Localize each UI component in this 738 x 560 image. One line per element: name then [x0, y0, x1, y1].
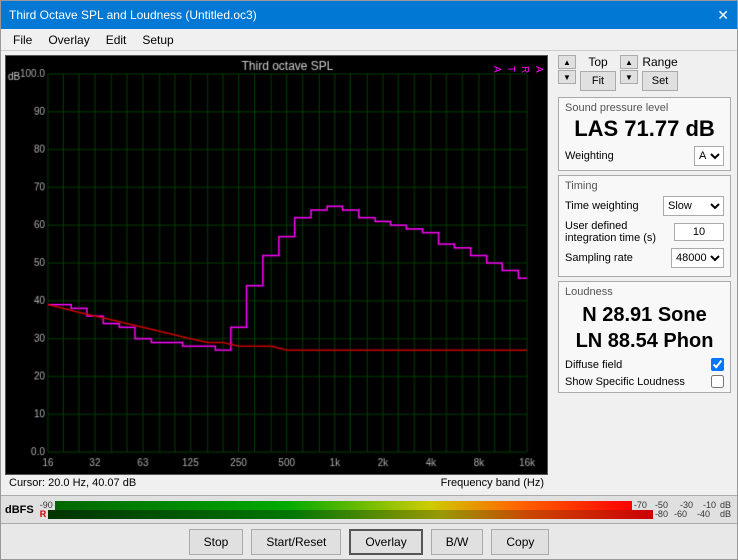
titlebar: Third Octave SPL and Loudness (Untitled.… [1, 1, 737, 29]
sampling-rate-label: Sampling rate [565, 252, 671, 264]
integration-label: User definedintegration time (s) [565, 220, 674, 244]
sampling-rate-row: Sampling rate 48000 44100 96000 [565, 248, 724, 268]
timing-title: Timing [565, 180, 724, 192]
spl-value: LAS 71.77 dB [565, 116, 724, 142]
arta-label: ARTA [489, 66, 545, 73]
fit-button[interactable]: Fit [580, 71, 616, 91]
range-up-arrow[interactable]: ▲ [620, 55, 638, 69]
chart-container: ARTA [5, 55, 548, 475]
menu-overlay[interactable]: Overlay [40, 31, 97, 49]
chart-footer: Cursor: 20.0 Hz, 40.07 dB Frequency band… [5, 475, 548, 491]
chart-area: ARTA Cursor: 20.0 Hz, 40.07 dB Frequency… [1, 51, 552, 495]
top-up-arrow[interactable]: ▲ [558, 55, 576, 69]
loudness-n-value: N 28.91 Sone LN 88.54 Phon [565, 302, 724, 354]
time-weighting-label: Time weighting [565, 200, 663, 212]
chart-canvas [6, 56, 547, 474]
diffuse-field-label: Diffuse field [565, 359, 622, 371]
close-button[interactable]: ✕ [717, 7, 729, 24]
right-panel: ▲ ▼ Top Fit ▲ ▼ Range Set Sound press [552, 51, 737, 495]
top-label: Top [588, 55, 607, 69]
menu-edit[interactable]: Edit [98, 31, 135, 49]
copy-button[interactable]: Copy [491, 529, 549, 555]
spl-weighting-row: Weighting A B C Z [565, 146, 724, 166]
timing-box: Timing Time weighting Slow Fast Impulse … [558, 175, 731, 277]
dbfs-label: dBFS [5, 504, 34, 516]
range-group: Range Set [642, 55, 678, 91]
top-fit-group: Top Fit [580, 55, 616, 91]
range-arrow-group: ▲ ▼ [620, 55, 638, 84]
spl-box: Sound pressure level LAS 71.77 dB Weight… [558, 97, 731, 171]
range-down-arrow[interactable]: ▼ [620, 70, 638, 84]
integration-row: User definedintegration time (s) [565, 220, 724, 244]
menu-setup[interactable]: Setup [134, 31, 181, 49]
main-area: ARTA Cursor: 20.0 Hz, 40.07 dB Frequency… [1, 51, 737, 495]
integration-input[interactable] [674, 223, 724, 241]
top-arrow-group: ▲ ▼ [558, 55, 576, 84]
top-controls: ▲ ▼ Top Fit ▲ ▼ Range Set [558, 55, 731, 91]
show-specific-checkbox[interactable] [711, 375, 724, 388]
weighting-select[interactable]: A B C Z [694, 146, 724, 166]
set-button[interactable]: Set [642, 71, 678, 91]
x-axis-label: Frequency band (Hz) [441, 477, 544, 489]
weighting-label: Weighting [565, 150, 614, 162]
cursor-info: Cursor: 20.0 Hz, 40.07 dB [9, 477, 136, 489]
loudness-title: Loudness [565, 286, 724, 298]
bottom-buttons: Stop Start/Reset Overlay B/W Copy [1, 523, 737, 559]
sampling-rate-select[interactable]: 48000 44100 96000 [671, 248, 724, 268]
menu-file[interactable]: File [5, 31, 40, 49]
dbfs-gradient: -90 -70 -50 -30 -10 dB R -80 -60 -40 dB [38, 501, 733, 519]
loudness-box: Loudness N 28.91 Sone LN 88.54 Phon Diff… [558, 281, 731, 393]
bw-button[interactable]: B/W [431, 529, 484, 555]
dbfs-bar: dBFS -90 -70 -50 -30 -10 dB R -80 -60 -4… [1, 495, 737, 523]
window-title: Third Octave SPL and Loudness (Untitled.… [9, 8, 257, 22]
diffuse-field-checkbox[interactable] [711, 358, 724, 371]
stop-button[interactable]: Stop [189, 529, 244, 555]
range-label: Range [642, 55, 677, 69]
start-reset-button[interactable]: Start/Reset [251, 529, 341, 555]
time-weighting-row: Time weighting Slow Fast Impulse [565, 196, 724, 216]
show-specific-row: Show Specific Loudness [565, 375, 724, 388]
menubar: File Overlay Edit Setup [1, 29, 737, 51]
main-window: Third Octave SPL and Loudness (Untitled.… [0, 0, 738, 560]
spl-title: Sound pressure level [565, 102, 724, 114]
top-down-arrow[interactable]: ▼ [558, 70, 576, 84]
time-weighting-select[interactable]: Slow Fast Impulse [663, 196, 724, 216]
overlay-button[interactable]: Overlay [349, 529, 422, 555]
show-specific-label: Show Specific Loudness [565, 376, 685, 388]
diffuse-field-row: Diffuse field [565, 358, 724, 371]
